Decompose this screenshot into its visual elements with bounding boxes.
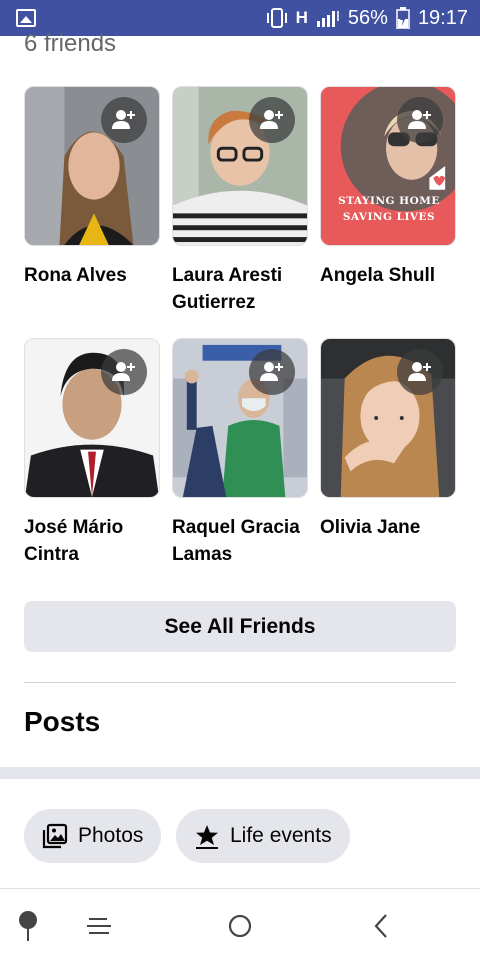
friend-card[interactable]: Laura Aresti Gutierrez	[172, 86, 308, 316]
friend-name[interactable]: Angela Shull	[320, 262, 456, 289]
section-separator	[0, 767, 480, 779]
add-friend-icon	[260, 362, 283, 381]
home-button[interactable]	[223, 909, 257, 943]
menu-icon	[87, 918, 111, 934]
back-icon	[374, 914, 387, 938]
friend-name[interactable]: Raquel Gracia Lamas	[172, 514, 308, 568]
friend-photo[interactable]	[24, 338, 160, 498]
friend-photo[interactable]	[24, 86, 160, 246]
life-events-chip-button[interactable]: Life events	[176, 809, 350, 863]
friend-name[interactable]: José Mário Cintra	[24, 514, 160, 568]
network-type: H	[295, 8, 308, 27]
add-friend-icon	[112, 110, 135, 129]
add-friend-button[interactable]	[249, 97, 295, 143]
clock: 19:17	[417, 6, 468, 29]
friend-card[interactable]: José Mário Cintra	[24, 338, 160, 568]
see-all-friends-button[interactable]: See All Friends	[24, 601, 456, 652]
photos-icon	[42, 823, 68, 849]
friend-photo[interactable]	[320, 338, 456, 498]
add-friend-button[interactable]	[397, 349, 443, 395]
photos-chip-label: Photos	[78, 824, 144, 847]
home-circle-icon	[228, 914, 252, 938]
promo-caption: STAYING HOME SAVING LIVES	[338, 195, 440, 223]
posts-heading: Posts	[24, 706, 101, 737]
back-button[interactable]	[364, 909, 398, 943]
friend-photo[interactable]	[172, 338, 308, 498]
menu-button[interactable]	[82, 909, 116, 943]
add-friend-icon	[408, 110, 431, 129]
photos-chip-button[interactable]: Photos	[24, 809, 162, 863]
signal-icon	[316, 11, 339, 27]
add-friend-button[interactable]	[101, 97, 147, 143]
add-friend-icon	[408, 362, 431, 381]
friend-card[interactable]: Olivia Jane	[320, 338, 456, 541]
life-event-star-icon	[196, 825, 218, 849]
friend-photo[interactable]	[172, 86, 308, 246]
friend-photo[interactable]: STAYING HOME SAVING LIVES	[320, 86, 456, 246]
image-icon	[16, 9, 36, 27]
add-friend-button[interactable]	[101, 349, 147, 395]
friend-name[interactable]: Olivia Jane	[320, 514, 456, 541]
add-friend-icon	[112, 362, 135, 381]
friend-card[interactable]: STAYING HOME SAVING LIVES Angela Shull	[320, 86, 456, 289]
add-friend-button[interactable]	[249, 349, 295, 395]
add-friend-icon	[260, 110, 283, 129]
system-nav-bar	[0, 889, 480, 960]
battery-charging-icon	[396, 7, 410, 29]
pin-icon	[19, 911, 37, 941]
friend-name[interactable]: Laura Aresti Gutierrez	[172, 262, 308, 316]
friend-card[interactable]: Rona Alves	[24, 86, 160, 289]
add-friend-button[interactable]	[397, 97, 443, 143]
friend-card[interactable]: Raquel Gracia Lamas	[172, 338, 308, 568]
vibrate-icon	[266, 8, 287, 28]
pin-button[interactable]	[11, 909, 45, 943]
friend-name[interactable]: Rona Alves	[24, 262, 160, 289]
battery-percent: 56%	[347, 6, 388, 29]
friends-count: 6 friends	[24, 30, 117, 57]
section-divider	[24, 682, 456, 683]
life-events-chip-label: Life events	[230, 824, 332, 847]
